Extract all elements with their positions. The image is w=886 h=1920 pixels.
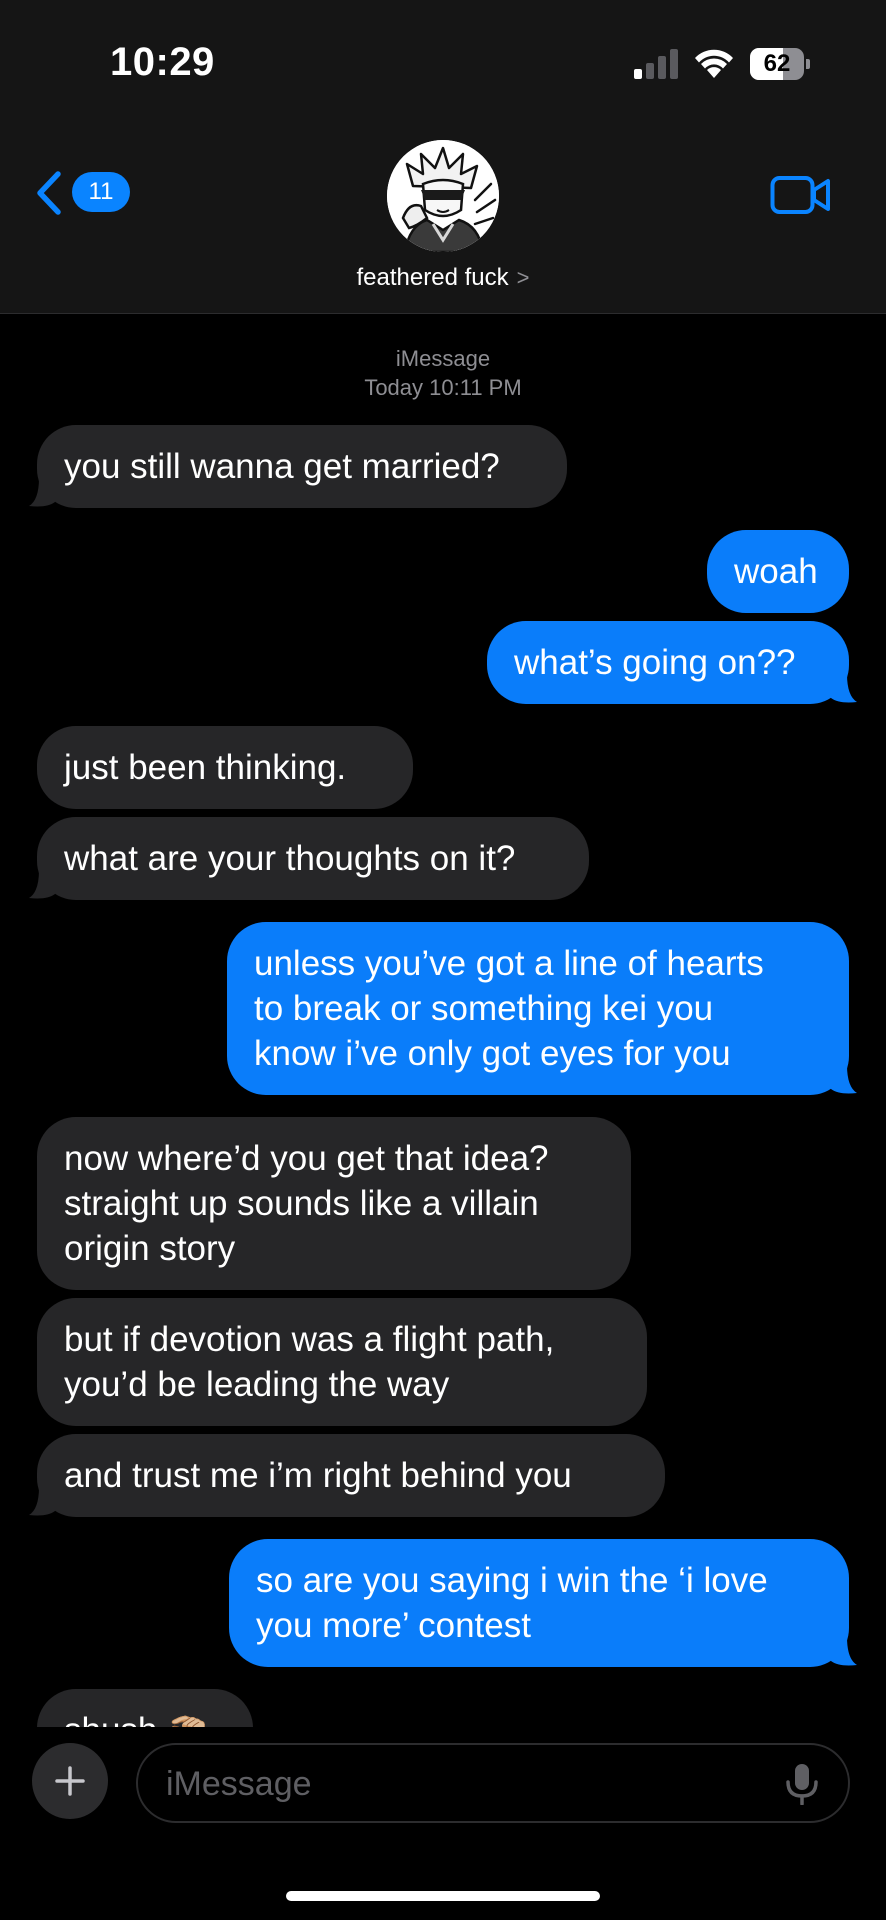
add-attachment-button[interactable] — [32, 1743, 108, 1819]
incoming-message-bubble[interactable]: shush 🤏🏼 — [37, 1689, 253, 1727]
bubble-tail — [29, 1487, 55, 1516]
plus-icon — [55, 1766, 85, 1796]
message-text: what’s going on?? — [514, 643, 796, 682]
message-text: just been thinking. — [64, 748, 347, 787]
incoming-message-bubble[interactable]: but if devotion was a flight path, you’d… — [37, 1298, 647, 1426]
message-text: you still wanna get married? — [64, 447, 500, 486]
conversation-timestamp: Today 10:11 PM — [364, 375, 522, 400]
message-text: now where’d you get that idea? straight … — [64, 1139, 549, 1268]
incoming-message-bubble[interactable]: you still wanna get married? — [37, 425, 567, 508]
outgoing-message-bubble[interactable]: so are you saying i win the ‘i love you … — [229, 1539, 849, 1667]
compose-bar — [0, 1727, 886, 1920]
bubble-tail — [831, 1637, 857, 1666]
bubble-tail — [29, 478, 55, 507]
incoming-message-bubble[interactable]: what are your thoughts on it? — [37, 817, 589, 900]
outgoing-message-bubble[interactable]: unless you’ve got a line of hearts to br… — [227, 922, 849, 1095]
microphone-icon[interactable] — [782, 1763, 822, 1805]
bubble-tail — [831, 674, 857, 703]
message-text: woah — [734, 552, 818, 591]
incoming-message-bubble[interactable]: just been thinking. — [37, 726, 413, 809]
message-text: what are your thoughts on it? — [64, 839, 516, 878]
home-indicator — [286, 1891, 600, 1901]
message-text: so are you saying i win the ‘i love you … — [256, 1561, 768, 1645]
message-text: but if devotion was a flight path, you’d… — [64, 1320, 555, 1404]
message-text: unless you’ve got a line of hearts to br… — [254, 944, 764, 1073]
bubble-tail — [29, 870, 55, 899]
message-input[interactable] — [164, 1745, 768, 1823]
message-transcript[interactable]: iMessage Today 10:11 PM you still wanna … — [0, 0, 886, 1727]
message-text: and trust me i’m right behind you — [64, 1456, 572, 1495]
message-field[interactable] — [136, 1743, 850, 1823]
bubble-tail — [831, 1065, 857, 1094]
outgoing-message-bubble[interactable]: what’s going on?? — [487, 621, 849, 704]
message-text: shush 🤏🏼 — [64, 1689, 226, 1727]
incoming-message-bubble[interactable]: and trust me i’m right behind you — [37, 1434, 665, 1517]
service-label: iMessage — [395, 346, 491, 371]
incoming-message-bubble[interactable]: now where’d you get that idea? straight … — [37, 1117, 631, 1290]
outgoing-message-bubble[interactable]: woah — [707, 530, 849, 613]
